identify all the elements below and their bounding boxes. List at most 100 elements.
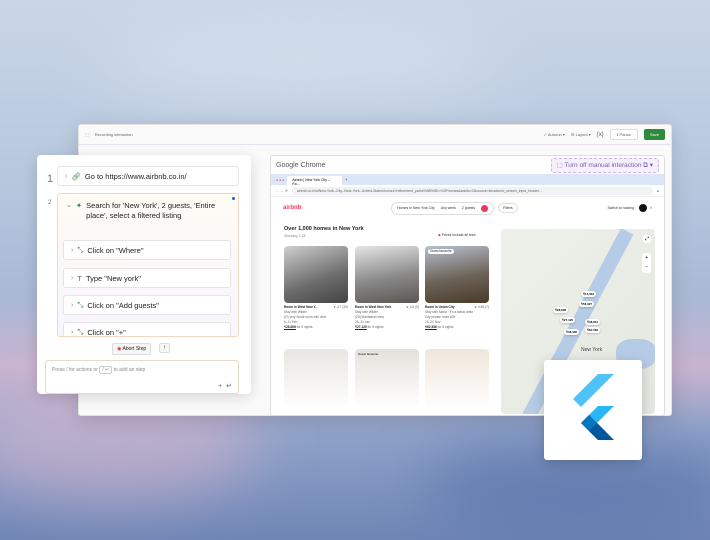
switch-hosting-link[interactable]: Switch to hosting bbox=[607, 206, 633, 210]
map-city-label: New York bbox=[581, 347, 603, 353]
click-icon: ⤡ bbox=[77, 327, 84, 336]
listing-nights: for 5 nights bbox=[296, 325, 313, 329]
listing-nights: for 5 nights bbox=[437, 325, 454, 329]
listing-nights: for 5 nights bbox=[367, 325, 384, 329]
chevron-right-icon: › bbox=[71, 274, 74, 282]
substep-click-guests[interactable]: › ⤡ Click on "Add guests" bbox=[63, 295, 231, 315]
guest-favourite-badge: Guest favourite bbox=[428, 249, 454, 254]
flutter-logo-icon bbox=[573, 374, 614, 440]
substep-label: Click on "Where" bbox=[87, 245, 144, 255]
listing-card[interactable]: Guest favourite Room in Union City ★ 4.86… bbox=[425, 246, 489, 330]
map-price-pin[interactable]: ₹28,608 bbox=[553, 307, 569, 313]
listing-card-faded[interactable] bbox=[284, 349, 348, 409]
autorun-toggle[interactable]: ✓ Autorun ▾ bbox=[544, 132, 565, 137]
chevron-down-icon[interactable]: ⌄ bbox=[66, 201, 72, 221]
address-bar[interactable]: airbnb.co.in/s/New-York--City--New-York-… bbox=[291, 186, 653, 195]
click-icon: ⤡ bbox=[77, 300, 84, 309]
zoom-controls[interactable]: + − bbox=[642, 253, 651, 273]
record-icon: ⬚ bbox=[85, 132, 89, 137]
map-price-pin[interactable]: ₹48,436 bbox=[564, 329, 580, 335]
step-label: Go to https://www.airbnb.co.in/ bbox=[84, 171, 187, 181]
recording-title: Recording interaction bbox=[94, 132, 133, 137]
steps-panel: 1 › 🔗︎ Go to https://www.airbnb.co.in/ 2… bbox=[37, 155, 251, 394]
browser-tab[interactable]: Airbnb | New York City – Ro... bbox=[287, 176, 343, 186]
listing-card[interactable]: Room in West New Y... ★ 4.7 (33) Stay wit… bbox=[284, 246, 348, 330]
price-fees-toggle[interactable]: ◆ Prices include all fees bbox=[438, 233, 476, 237]
profile-icon[interactable]: ● bbox=[657, 189, 659, 193]
nav-buttons[interactable]: ← → ⟳ bbox=[276, 189, 288, 193]
listing-price: ₹28,608 bbox=[284, 325, 296, 329]
link-icon: 🔗︎ bbox=[71, 171, 81, 181]
guest-favourite-badge: Guest favourite bbox=[358, 352, 379, 356]
flutter-logo-card bbox=[544, 360, 642, 460]
substep-label: Type "New york" bbox=[85, 273, 141, 283]
substep-label: Click on "Add guests" bbox=[87, 300, 159, 310]
input-placeholder: Press / for actions or bbox=[52, 367, 98, 373]
listing-photo[interactable] bbox=[284, 246, 348, 303]
variables-button[interactable]: {x} bbox=[597, 132, 604, 138]
turn-off-manual-interaction-button[interactable]: ⬚ Turn off manual interaction ⧉ ▾ bbox=[550, 157, 659, 173]
map-price-pin[interactable]: ₹14,634 bbox=[581, 291, 597, 297]
map-price-pin[interactable]: ₹48,601 bbox=[585, 319, 601, 325]
window-controls[interactable]: ● ● ● bbox=[276, 178, 284, 182]
listing-rating: ★ 4.7 (33) bbox=[333, 305, 348, 309]
browser-title: Google Chrome bbox=[276, 161, 326, 169]
chevron-right-icon: › bbox=[65, 172, 68, 180]
chevron-right-icon: › bbox=[71, 301, 74, 309]
search-bar[interactable]: Homes in New York City Any week 2 guests bbox=[391, 201, 495, 215]
layout-label: Layout bbox=[575, 132, 588, 137]
expand-map-icon[interactable]: ⤢ bbox=[642, 235, 651, 243]
listing-card-faded[interactable] bbox=[425, 349, 489, 409]
listing-rating: ★ 4.86 (7) bbox=[474, 305, 489, 309]
search-button[interactable] bbox=[481, 204, 489, 212]
abort-label: Abort Step bbox=[122, 346, 147, 352]
listing-photo[interactable] bbox=[355, 246, 419, 303]
save-button[interactable]: Save bbox=[643, 129, 665, 140]
autorun-label: Autorun bbox=[547, 132, 562, 137]
ai-steps-icon: ✦ bbox=[75, 201, 83, 210]
status-dot bbox=[232, 197, 235, 200]
listing-photo[interactable]: Guest favourite bbox=[425, 246, 489, 303]
turn-off-label: Turn off manual interaction bbox=[564, 161, 642, 169]
substep-click-plus[interactable]: › ⤡ Click on "+" bbox=[63, 322, 231, 337]
listing-price: ₹62,536 bbox=[425, 325, 437, 329]
step-group-search[interactable]: ⌄ ✦ Search for 'New York', 2 guests, 'En… bbox=[57, 193, 239, 337]
step-goto[interactable]: › 🔗︎ Go to https://www.airbnb.co.in/ bbox=[57, 166, 239, 186]
map-price-pin[interactable]: ₹56,327 bbox=[579, 301, 595, 307]
listing-card-faded[interactable]: Guest favourite bbox=[355, 349, 419, 409]
filters-button[interactable]: Filters bbox=[498, 203, 518, 213]
substep-click-where[interactable]: › ⤡ Click on "Where" bbox=[63, 240, 231, 260]
abort-step-button[interactable]: ◉ Abort Step bbox=[112, 343, 152, 355]
results-count: Showing 1-18 bbox=[284, 234, 306, 238]
text-icon: T bbox=[77, 273, 82, 283]
step-label: Search for 'New York', 2 guests, 'Entire… bbox=[86, 201, 216, 220]
airbnb-logo[interactable]: airbnb bbox=[283, 205, 301, 211]
map-price-pin[interactable]: ₹27,125 bbox=[560, 317, 576, 323]
fees-label: Prices include all fees bbox=[441, 233, 476, 237]
toolbar: ⬚ Recording interaction ✓ Autorun ▾ ☰ La… bbox=[79, 125, 671, 145]
layout-menu[interactable]: ☰ Layout ▾ bbox=[571, 132, 591, 137]
scroll-up-button[interactable]: ↑ bbox=[159, 343, 170, 353]
map-price-pin[interactable]: ₹62,536 bbox=[585, 327, 601, 333]
when-field[interactable]: Any week bbox=[441, 206, 456, 210]
new-tab-icon[interactable]: + bbox=[345, 178, 347, 182]
add-enter-icons[interactable]: + ↵ bbox=[218, 382, 232, 390]
listing-card[interactable]: Room in West New York ★ 4.6 (5) Stay with… bbox=[355, 246, 419, 330]
stop-icon: ◉ bbox=[117, 346, 122, 352]
chevron-right-icon: › bbox=[71, 246, 74, 254]
pause-button[interactable]: ‖ Pause bbox=[609, 129, 638, 140]
step-number: 2 bbox=[48, 200, 52, 206]
menu-icon[interactable]: ≡ bbox=[650, 206, 652, 210]
where-field[interactable]: Homes in New York City bbox=[397, 206, 435, 210]
substep-label: Click on "+" bbox=[87, 327, 126, 337]
substep-type[interactable]: › T Type "New york" bbox=[63, 268, 231, 288]
click-icon: ⤡ bbox=[77, 245, 84, 254]
step-input[interactable]: Press / for actions or / ↵ to add an ste… bbox=[45, 360, 239, 394]
chevron-right-icon: › bbox=[71, 328, 74, 336]
listing-price: ₹27,125 bbox=[355, 325, 367, 329]
step-number: 1 bbox=[47, 173, 54, 185]
results-heading: Over 1,000 homes in New York bbox=[284, 226, 364, 232]
enter-key-hint: / ↵ bbox=[99, 366, 113, 374]
avatar[interactable] bbox=[638, 204, 647, 212]
guests-field[interactable]: 2 guests bbox=[462, 206, 475, 210]
